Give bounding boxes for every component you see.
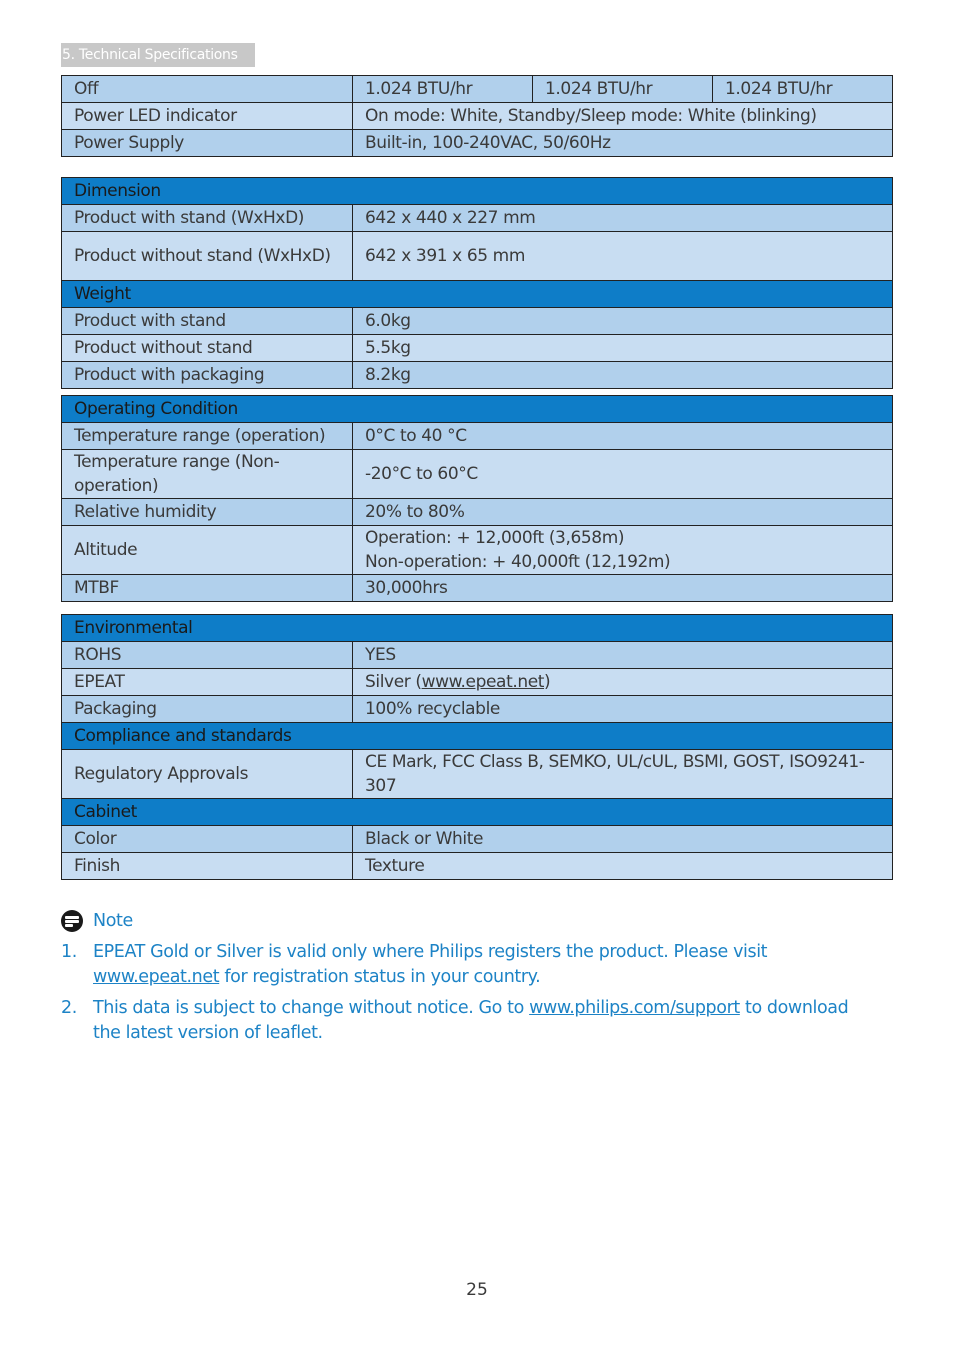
table-row: Product with stand (WxHxD) 642 x 440 x 2… — [61, 204, 893, 232]
row-label: Off — [61, 75, 353, 103]
table-row: Product without stand (WxHxD) 642 x 391 … — [61, 231, 893, 281]
section-title: Weight — [61, 280, 893, 308]
row-value: 30,000hrs — [352, 574, 893, 602]
section-tag: 5. Technical Specifications — [61, 43, 255, 67]
table-row: EPEAT Silver (www.epeat.net) — [61, 668, 893, 696]
row-value: 1.024 BTU/hr — [712, 75, 893, 103]
page-number: 25 — [466, 1280, 488, 1300]
note-title: Note — [93, 911, 133, 931]
section-title: Compliance and standards — [61, 722, 893, 750]
row-value: Operation: + 12,000ft (3,658m) Non-opera… — [352, 525, 893, 575]
section-header: Compliance and standards — [61, 722, 893, 750]
section-title: Dimension — [61, 177, 893, 205]
table-row: MTBF 30,000hrs — [61, 574, 893, 602]
value-text: Silver ( — [365, 672, 422, 692]
row-value: 8.2kg — [352, 361, 893, 389]
row-label: Regulatory Approvals — [61, 749, 353, 799]
note-number: 2. — [61, 998, 77, 1018]
row-value: YES — [352, 641, 893, 669]
altitude-operation: Operation: + 12,000ft (3,658m) — [365, 528, 625, 548]
row-label: Relative humidity — [61, 498, 353, 526]
row-label: Product with packaging — [61, 361, 353, 389]
note-text: This data is subject to change without n… — [93, 996, 881, 1046]
row-value: On mode: White, Standby/Sleep mode: Whit… — [352, 102, 893, 130]
note-list: 1. EPEAT Gold or Silver is valid only wh… — [61, 940, 881, 1046]
row-label: Finish — [61, 852, 353, 880]
note-header: Note — [61, 908, 881, 934]
note-item: 2. This data is subject to change withou… — [61, 996, 881, 1046]
row-label: ROHS — [61, 641, 353, 669]
row-value: -20°C to 60°C — [352, 449, 893, 499]
row-label: Temperature range (Non-operation) — [61, 449, 353, 499]
dimension-weight-table: Dimension Product with stand (WxHxD) 642… — [61, 177, 893, 389]
operating-condition-table: Operating Condition Temperature range (o… — [61, 395, 893, 602]
row-value: 0°C to 40 °C — [352, 422, 893, 450]
row-label: Packaging — [61, 695, 353, 723]
row-label: Color — [61, 825, 353, 853]
epeat-link[interactable]: www.epeat.net — [422, 672, 545, 692]
section-title: Operating Condition — [61, 395, 893, 423]
section-header: Cabinet — [61, 798, 893, 826]
row-value: 5.5kg — [352, 334, 893, 362]
table-row: Off 1.024 BTU/hr 1.024 BTU/hr 1.024 BTU/… — [61, 75, 893, 103]
row-label: Temperature range (operation) — [61, 422, 353, 450]
table-row: Product with stand 6.0kg — [61, 307, 893, 335]
table-row: Regulatory Approvals CE Mark, FCC Class … — [61, 749, 893, 799]
note-number: 1. — [61, 942, 77, 962]
note-text-after: for registration status in your country. — [219, 967, 541, 987]
row-value: 642 x 391 x 65 mm — [352, 231, 893, 281]
row-value: CE Mark, FCC Class B, SEMKO, UL/cUL, BSM… — [352, 749, 893, 799]
row-value: 20% to 80% — [352, 498, 893, 526]
note-section: Note 1. EPEAT Gold or Silver is valid on… — [61, 908, 881, 1046]
row-value: Built-in, 100-240VAC, 50/60Hz — [352, 129, 893, 157]
row-label: MTBF — [61, 574, 353, 602]
note-text: EPEAT Gold or Silver is valid only where… — [93, 940, 881, 990]
row-label: Altitude — [61, 525, 353, 575]
table-row: Relative humidity 20% to 80% — [61, 498, 893, 526]
section-title: Environmental — [61, 614, 893, 642]
row-label: Product without stand (WxHxD) — [61, 231, 353, 281]
power-table: Off 1.024 BTU/hr 1.024 BTU/hr 1.024 BTU/… — [61, 75, 893, 157]
note-text-before: This data is subject to change without n… — [93, 998, 530, 1018]
row-value: 6.0kg — [352, 307, 893, 335]
section-header: Weight — [61, 280, 893, 308]
row-label: EPEAT — [61, 668, 353, 696]
environmental-table: Environmental ROHS YES EPEAT Silver (www… — [61, 614, 893, 880]
row-value: Texture — [352, 852, 893, 880]
section-title: Cabinet — [61, 798, 893, 826]
note-text-before: EPEAT Gold or Silver is valid only where… — [93, 942, 768, 962]
table-row: Power Supply Built-in, 100-240VAC, 50/60… — [61, 129, 893, 157]
row-label: Product with stand (WxHxD) — [61, 204, 353, 232]
philips-support-link[interactable]: www.philips.com/support — [529, 998, 740, 1018]
row-label: Product with stand — [61, 307, 353, 335]
row-value: Black or White — [352, 825, 893, 853]
row-value: 1.024 BTU/hr — [532, 75, 713, 103]
section-header: Environmental — [61, 614, 893, 642]
epeat-link[interactable]: www.epeat.net — [93, 967, 220, 987]
table-row: Power LED indicator On mode: White, Stan… — [61, 102, 893, 130]
row-label: Power Supply — [61, 129, 353, 157]
row-value: Silver (www.epeat.net) — [352, 668, 893, 696]
value-text: ) — [544, 672, 551, 692]
altitude-non-operation: Non-operation: + 40,000ft (12,192m) — [365, 552, 671, 572]
row-label: Power LED indicator — [61, 102, 353, 130]
table-row: Color Black or White — [61, 825, 893, 853]
section-header: Dimension — [61, 177, 893, 205]
table-row: Finish Texture — [61, 852, 893, 880]
table-row: Product without stand 5.5kg — [61, 334, 893, 362]
table-row: Altitude Operation: + 12,000ft (3,658m) … — [61, 525, 893, 575]
table-row: ROHS YES — [61, 641, 893, 669]
note-icon — [61, 910, 83, 932]
note-item: 1. EPEAT Gold or Silver is valid only wh… — [61, 940, 881, 990]
table-row: Product with packaging 8.2kg — [61, 361, 893, 389]
section-header: Operating Condition — [61, 395, 893, 423]
row-value: 100% recyclable — [352, 695, 893, 723]
table-row: Temperature range (operation) 0°C to 40 … — [61, 422, 893, 450]
row-value: 1.024 BTU/hr — [352, 75, 533, 103]
row-value: 642 x 440 x 227 mm — [352, 204, 893, 232]
table-row: Packaging 100% recyclable — [61, 695, 893, 723]
row-label: Product without stand — [61, 334, 353, 362]
table-row: Temperature range (Non-operation) -20°C … — [61, 449, 893, 499]
